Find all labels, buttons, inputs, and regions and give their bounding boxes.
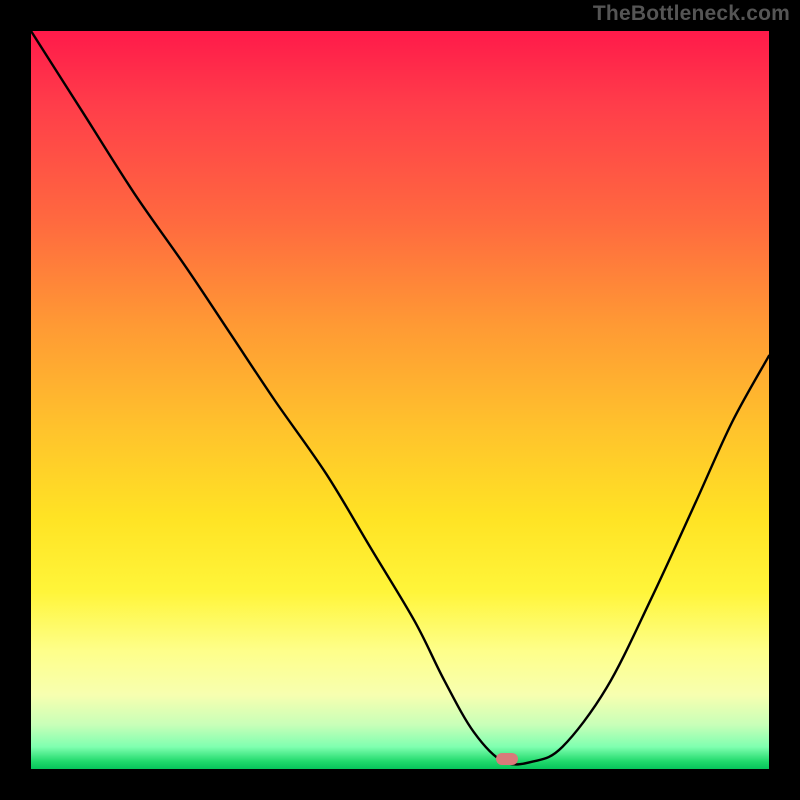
chart-container: TheBottleneck.com — [0, 0, 800, 800]
watermark-text: TheBottleneck.com — [593, 2, 790, 26]
plot-gradient-background — [31, 31, 769, 769]
